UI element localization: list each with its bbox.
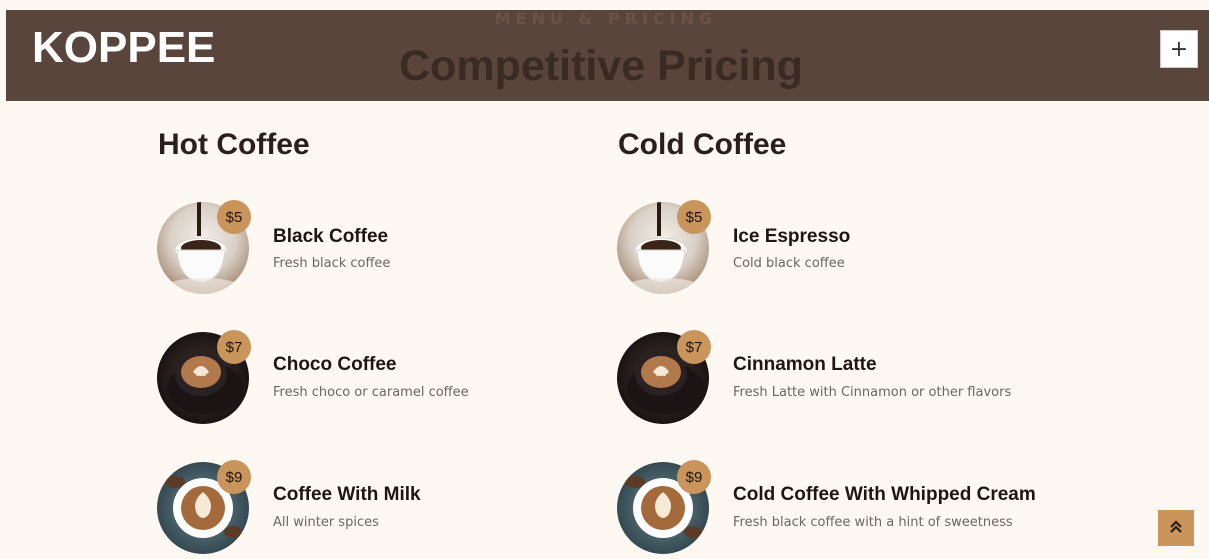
price-badge: $5: [677, 200, 711, 234]
plus-icon: +: [1169, 36, 1189, 62]
item-description: Fresh Latte with Cinnamon or other flavo…: [733, 385, 1012, 400]
menu-toggle-button[interactable]: +: [1160, 30, 1198, 68]
cold-coffee-heading: Cold Coffee: [618, 128, 787, 161]
item-name: Black Coffee: [273, 226, 389, 247]
item-name: Cold Coffee With Whipped Cream: [733, 484, 1036, 505]
item-name: Coffee With Milk: [273, 484, 421, 505]
item-description: All winter spices: [273, 515, 379, 530]
price-badge: $9: [677, 460, 711, 494]
price-badge: $7: [217, 330, 251, 364]
section-subheading: MENU & PRICING: [494, 9, 718, 28]
double-chevron-up-icon: [1169, 519, 1183, 538]
hot-coffee-heading: Hot Coffee: [158, 128, 310, 161]
item-name: Cinnamon Latte: [733, 354, 877, 375]
price-badge: $9: [217, 460, 251, 494]
brand-logo[interactable]: KOPPEE: [24, 14, 215, 82]
item-description: Fresh black coffee with a hint of sweetn…: [733, 515, 1013, 530]
price-badge: $7: [677, 330, 711, 364]
item-name: Ice Espresso: [733, 226, 851, 247]
item-description: Fresh black coffee: [273, 256, 391, 271]
price-badge: $5: [217, 200, 251, 234]
page-title: Competitive Pricing: [399, 42, 803, 90]
item-description: Cold black coffee: [733, 256, 845, 271]
item-name: Choco Coffee: [273, 354, 397, 375]
back-to-top-button[interactable]: [1158, 510, 1194, 546]
item-description: Fresh choco or caramel coffee: [273, 385, 469, 400]
